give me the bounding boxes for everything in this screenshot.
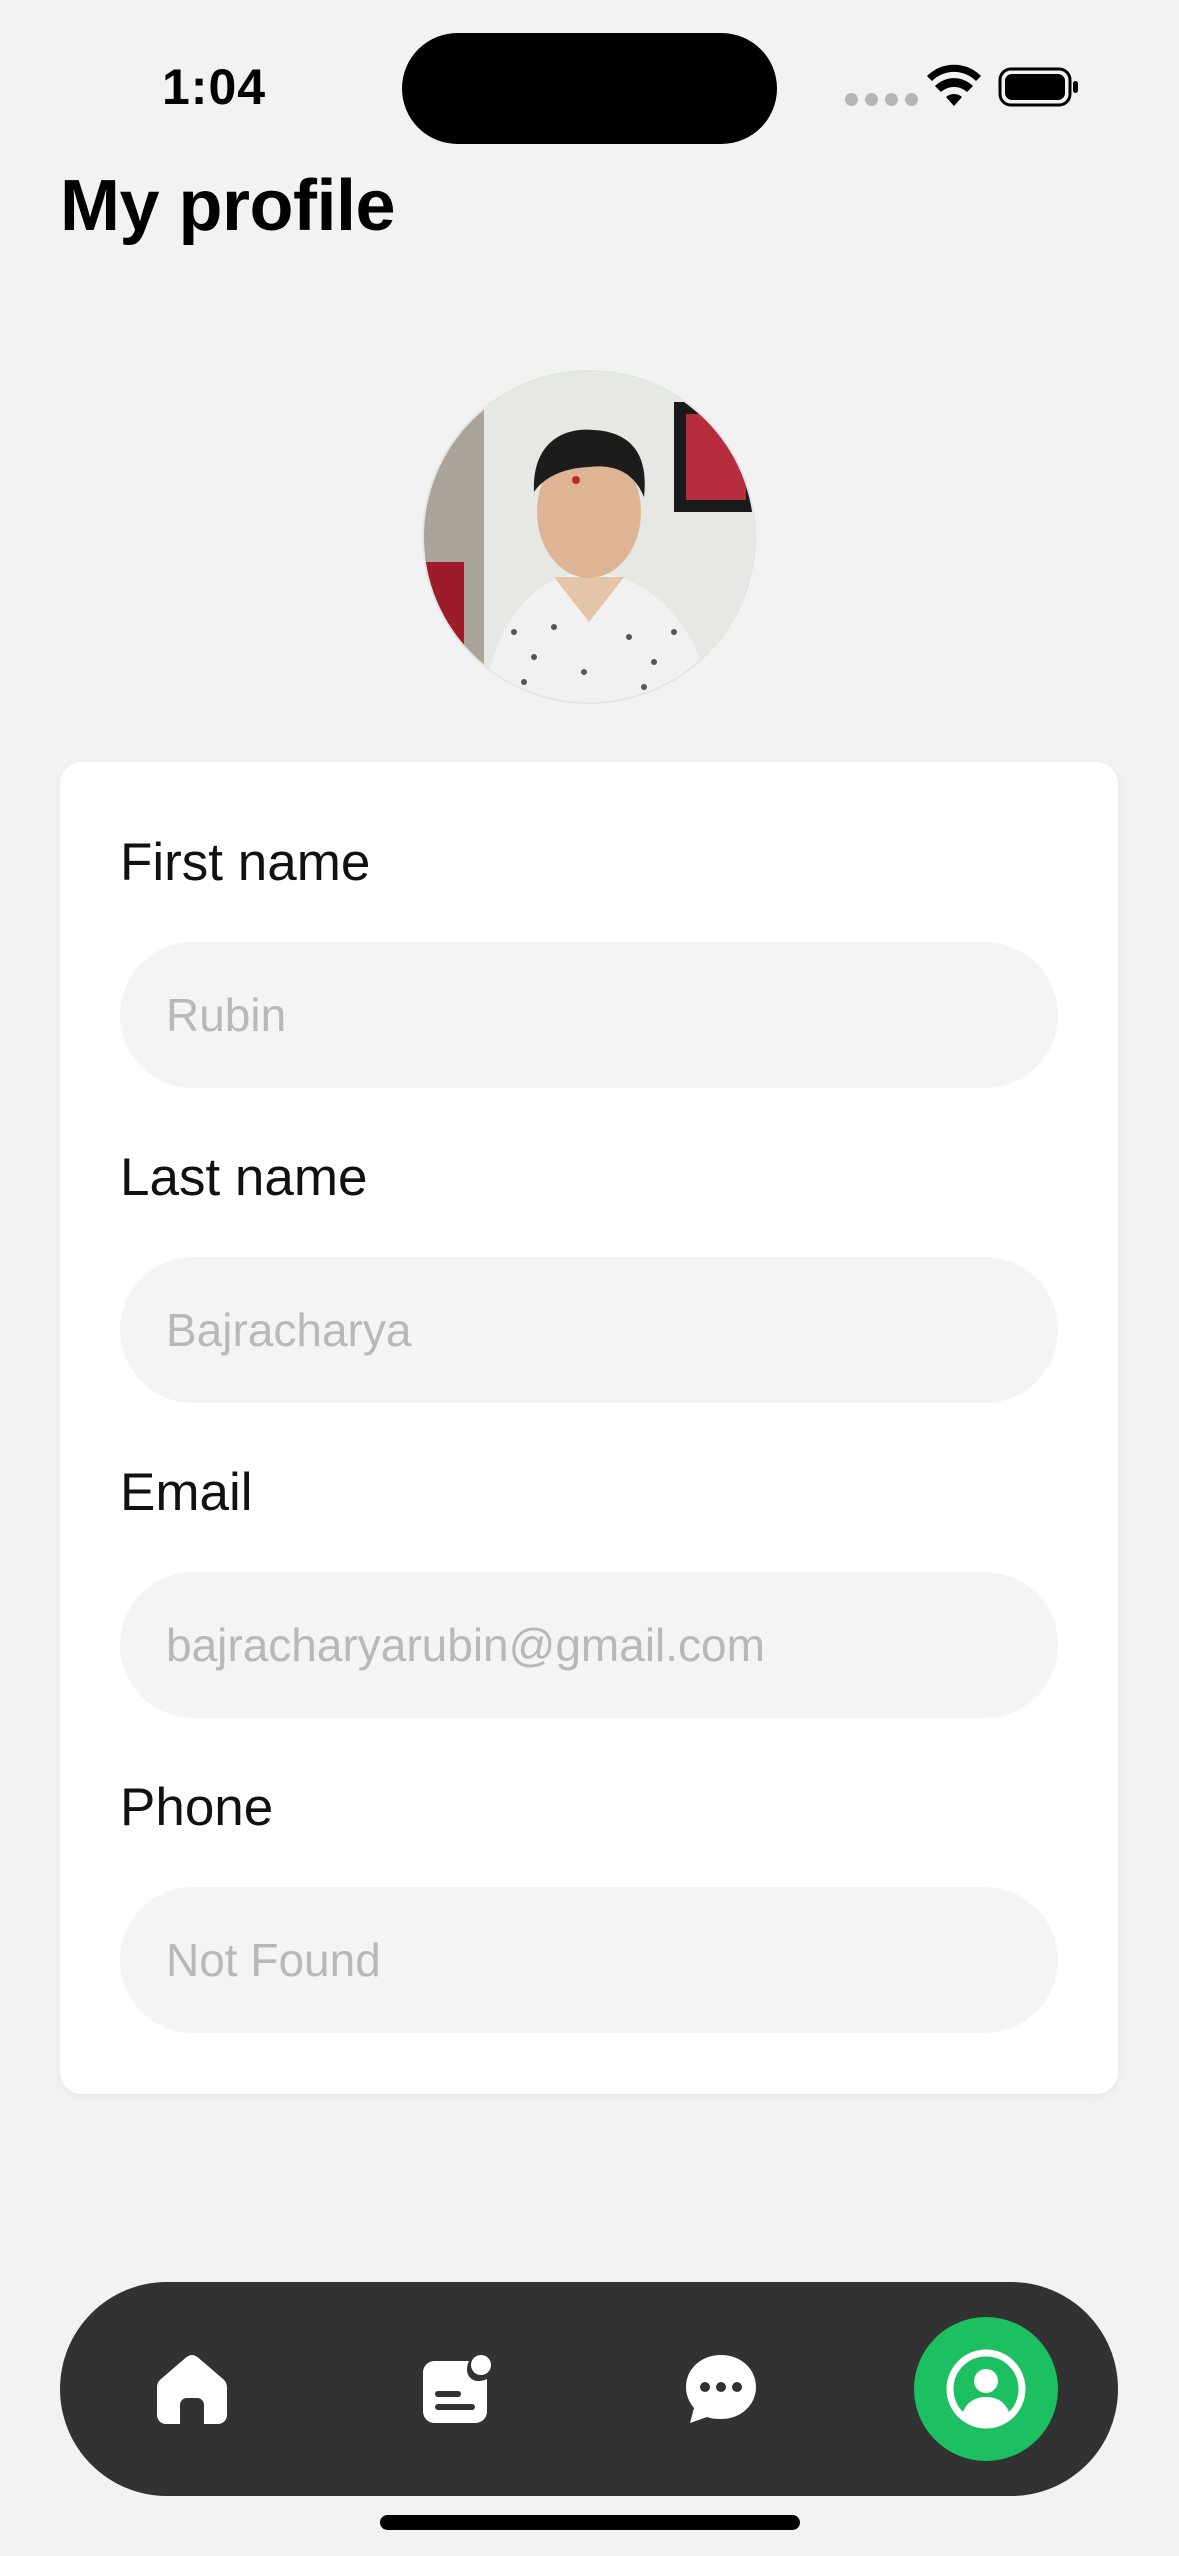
news-icon xyxy=(423,2355,491,2423)
avatar-photo xyxy=(424,372,754,702)
chat-icon xyxy=(686,2355,756,2423)
tab-news[interactable] xyxy=(385,2317,529,2461)
email-field[interactable]: bajracharyarubin@gmail.com xyxy=(120,1572,1058,1718)
first-name-label: First name xyxy=(120,833,371,892)
tab-profile[interactable] xyxy=(914,2317,1058,2461)
status-time: 1:04 xyxy=(162,59,267,115)
wifi-icon xyxy=(927,64,981,106)
home-indicator xyxy=(380,2515,800,2530)
first-name-field[interactable]: Rubin xyxy=(120,942,1058,1088)
page-title: My profile xyxy=(60,166,396,246)
profile-icon xyxy=(946,2349,1026,2429)
last-name-label: Last name xyxy=(120,1148,368,1207)
tab-chat[interactable] xyxy=(649,2317,793,2461)
avatar[interactable] xyxy=(424,372,754,702)
tab-home[interactable] xyxy=(120,2317,264,2461)
signal-dots-icon xyxy=(845,93,918,106)
email-label: Email xyxy=(120,1463,253,1522)
last-name-field[interactable]: Bajracharya xyxy=(120,1257,1058,1403)
profile-form-card: First name Rubin Last name Bajracharya E… xyxy=(60,762,1118,2094)
dynamic-island xyxy=(402,33,777,144)
bottom-tab-bar xyxy=(60,2282,1118,2496)
home-icon xyxy=(157,2355,227,2424)
battery-icon xyxy=(998,67,1078,107)
phone-field[interactable]: Not Found xyxy=(120,1887,1058,2033)
phone-label: Phone xyxy=(120,1778,274,1837)
